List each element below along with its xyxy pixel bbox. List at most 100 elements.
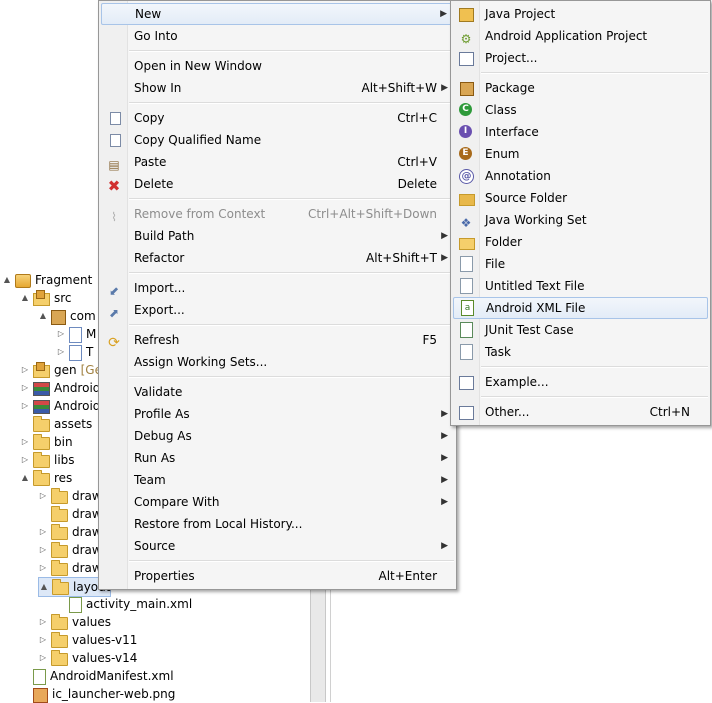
submenu-item-android-xml-file[interactable]: a Android XML File [453, 297, 708, 319]
tree-item-fragment[interactable]: ▲ Fragment [2, 271, 92, 289]
expand-twisty-icon[interactable]: ▷ [38, 613, 48, 631]
submenu-item-project[interactable]: Project... [453, 47, 708, 69]
tree-item-drawable[interactable]: ▷ draw [38, 559, 102, 577]
submenu-item-annotation[interactable]: @ Annotation [453, 165, 708, 187]
tree-item-library[interactable]: ▷ Android [20, 397, 100, 415]
menu-item-run-as[interactable]: Run As ▶ [101, 447, 454, 469]
tree-item-values-v11[interactable]: ▷ values-v11 [38, 631, 137, 649]
submenu-item-java-project[interactable]: Java Project [453, 3, 708, 25]
tree-item-res[interactable]: ▲ res [20, 469, 72, 487]
menu-item-compare-with[interactable]: Compare With ▶ [101, 491, 454, 513]
menu-item-validate[interactable]: Validate [101, 381, 454, 403]
xml-file-icon [69, 596, 82, 613]
expand-twisty-icon[interactable]: ▲ [38, 307, 48, 325]
submenu-arrow-icon: ▶ [441, 231, 448, 241]
menu-item-label: Export... [134, 303, 185, 317]
expand-twisty-icon[interactable]: ▷ [20, 397, 30, 415]
menu-item-show-in[interactable]: Show In Alt+Shift+W ▶ [101, 77, 454, 99]
submenu-item-class[interactable]: C Class [453, 99, 708, 121]
project-icon [15, 274, 31, 288]
expand-twisty-icon[interactable]: ▷ [38, 541, 48, 559]
submenu-item-untitled-text-file[interactable]: Untitled Text File [453, 275, 708, 297]
submenu-item-source-folder[interactable]: Source Folder [453, 187, 708, 209]
menu-item-label: Remove from Context [134, 207, 266, 221]
menu-item-label: Refresh [134, 333, 180, 347]
menu-item-refresh[interactable]: ⟳ Refresh F5 [101, 329, 454, 351]
tree-item-drawable[interactable]: ▷ draw [38, 487, 102, 505]
tree-item-java-file[interactable]: ▷ T [56, 343, 93, 361]
menu-item-profile-as[interactable]: Profile As ▶ [101, 403, 454, 425]
submenu-item-junit-test-case[interactable]: JUnit Test Case [453, 319, 708, 341]
menu-item-copy-qualified-name[interactable]: Copy Qualified Name [101, 129, 454, 151]
submenu-item-package[interactable]: Package [453, 77, 708, 99]
expand-twisty-icon[interactable]: ▷ [38, 487, 48, 505]
menu-item-open-new-window[interactable]: Open in New Window [101, 55, 454, 77]
expand-twisty-icon[interactable]: ▲ [39, 578, 49, 596]
tree-item-drawable[interactable]: draw [38, 505, 102, 523]
expand-twisty-icon[interactable]: ▷ [56, 343, 66, 361]
tree-item-libs[interactable]: ▷ libs [20, 451, 75, 469]
expand-twisty-icon[interactable]: ▷ [20, 433, 30, 451]
menu-item-label: Example... [485, 375, 549, 389]
tree-item-src[interactable]: ▲ src [20, 289, 72, 307]
menu-item-paste[interactable]: ▤ Paste Ctrl+V [101, 151, 454, 173]
view-divider[interactable] [310, 585, 326, 702]
menu-separator [129, 560, 454, 562]
submenu-item-enum[interactable]: E Enum [453, 143, 708, 165]
expand-twisty-icon[interactable]: ▷ [20, 379, 30, 397]
menu-item-source[interactable]: Source ▶ [101, 535, 454, 557]
menu-item-go-into[interactable]: Go Into [101, 25, 454, 47]
tree-item-values[interactable]: ▷ values [38, 613, 111, 631]
submenu-item-android-application-project[interactable]: ⚙ Android Application Project [453, 25, 708, 47]
menu-item-restore-local-history[interactable]: Restore from Local History... [101, 513, 454, 535]
expand-twisty-icon[interactable]: ▷ [56, 325, 66, 343]
menu-item-properties[interactable]: Properties Alt+Enter [101, 565, 454, 587]
menu-item-remove-from-context[interactable]: ⌇ Remove from Context Ctrl+Alt+Shift+Dow… [101, 203, 454, 225]
menu-item-assign-working-sets[interactable]: Assign Working Sets... [101, 351, 454, 373]
expand-twisty-icon[interactable]: ▲ [2, 271, 12, 289]
menu-item-label: Properties [134, 569, 195, 583]
menu-item-team[interactable]: Team ▶ [101, 469, 454, 491]
enum-icon: E [458, 146, 474, 162]
expand-twisty-icon[interactable]: ▷ [38, 649, 48, 667]
menu-item-debug-as[interactable]: Debug As ▶ [101, 425, 454, 447]
submenu-item-file[interactable]: File [453, 253, 708, 275]
tree-item-values-v14[interactable]: ▷ values-v14 [38, 649, 137, 667]
menu-item-build-path[interactable]: Build Path ▶ [101, 225, 454, 247]
tree-item-gen[interactable]: ▷ gen [Ge [20, 361, 102, 379]
expand-twisty-icon[interactable]: ▷ [20, 361, 30, 379]
submenu-item-folder[interactable]: Folder [453, 231, 708, 253]
submenu-item-example[interactable]: Example... [453, 371, 708, 393]
tree-item-bin[interactable]: ▷ bin [20, 433, 73, 451]
folder-icon [33, 416, 50, 432]
submenu-item-java-working-set[interactable]: ❖ Java Working Set [453, 209, 708, 231]
tree-item-assets[interactable]: assets [20, 415, 92, 433]
expand-twisty-icon[interactable]: ▷ [20, 451, 30, 469]
submenu-item-task[interactable]: Task [453, 341, 708, 363]
menu-item-label: Import... [134, 281, 186, 295]
expand-twisty-icon[interactable]: ▲ [20, 469, 30, 487]
expand-twisty-icon[interactable]: ▷ [38, 631, 48, 649]
tree-item-package[interactable]: ▲ com [38, 307, 96, 325]
menu-separator [129, 324, 454, 326]
menu-item-new[interactable]: New ▶ [101, 3, 454, 25]
tree-item-manifest[interactable]: AndroidManifest.xml [20, 667, 174, 685]
expand-twisty-icon[interactable]: ▷ [38, 559, 48, 577]
submenu-item-interface[interactable]: I Interface [453, 121, 708, 143]
expand-twisty-icon[interactable]: ▲ [20, 289, 30, 307]
delete-icon: ✖ [107, 177, 121, 195]
tree-item-drawable[interactable]: ▷ draw [38, 541, 102, 559]
menu-item-refactor[interactable]: Refactor Alt+Shift+T ▶ [101, 247, 454, 269]
menu-item-import[interactable]: ⬋ Import... [101, 277, 454, 299]
tree-item-java-file[interactable]: ▷ M [56, 325, 96, 343]
menu-separator [481, 366, 708, 368]
menu-item-copy[interactable]: Copy Ctrl+C [101, 107, 454, 129]
tree-item-activity-main[interactable]: activity_main.xml [56, 595, 192, 613]
submenu-item-other[interactable]: Other... Ctrl+N [453, 401, 708, 423]
menu-item-delete[interactable]: ✖ Delete Delete [101, 173, 454, 195]
tree-item-drawable[interactable]: ▷ draw [38, 523, 102, 541]
tree-item-launcher-png[interactable]: ic_launcher-web.png [20, 685, 175, 703]
tree-item-library[interactable]: ▷ Android [20, 379, 100, 397]
expand-twisty-icon[interactable]: ▷ [38, 523, 48, 541]
menu-item-export[interactable]: ⬈ Export... [101, 299, 454, 321]
